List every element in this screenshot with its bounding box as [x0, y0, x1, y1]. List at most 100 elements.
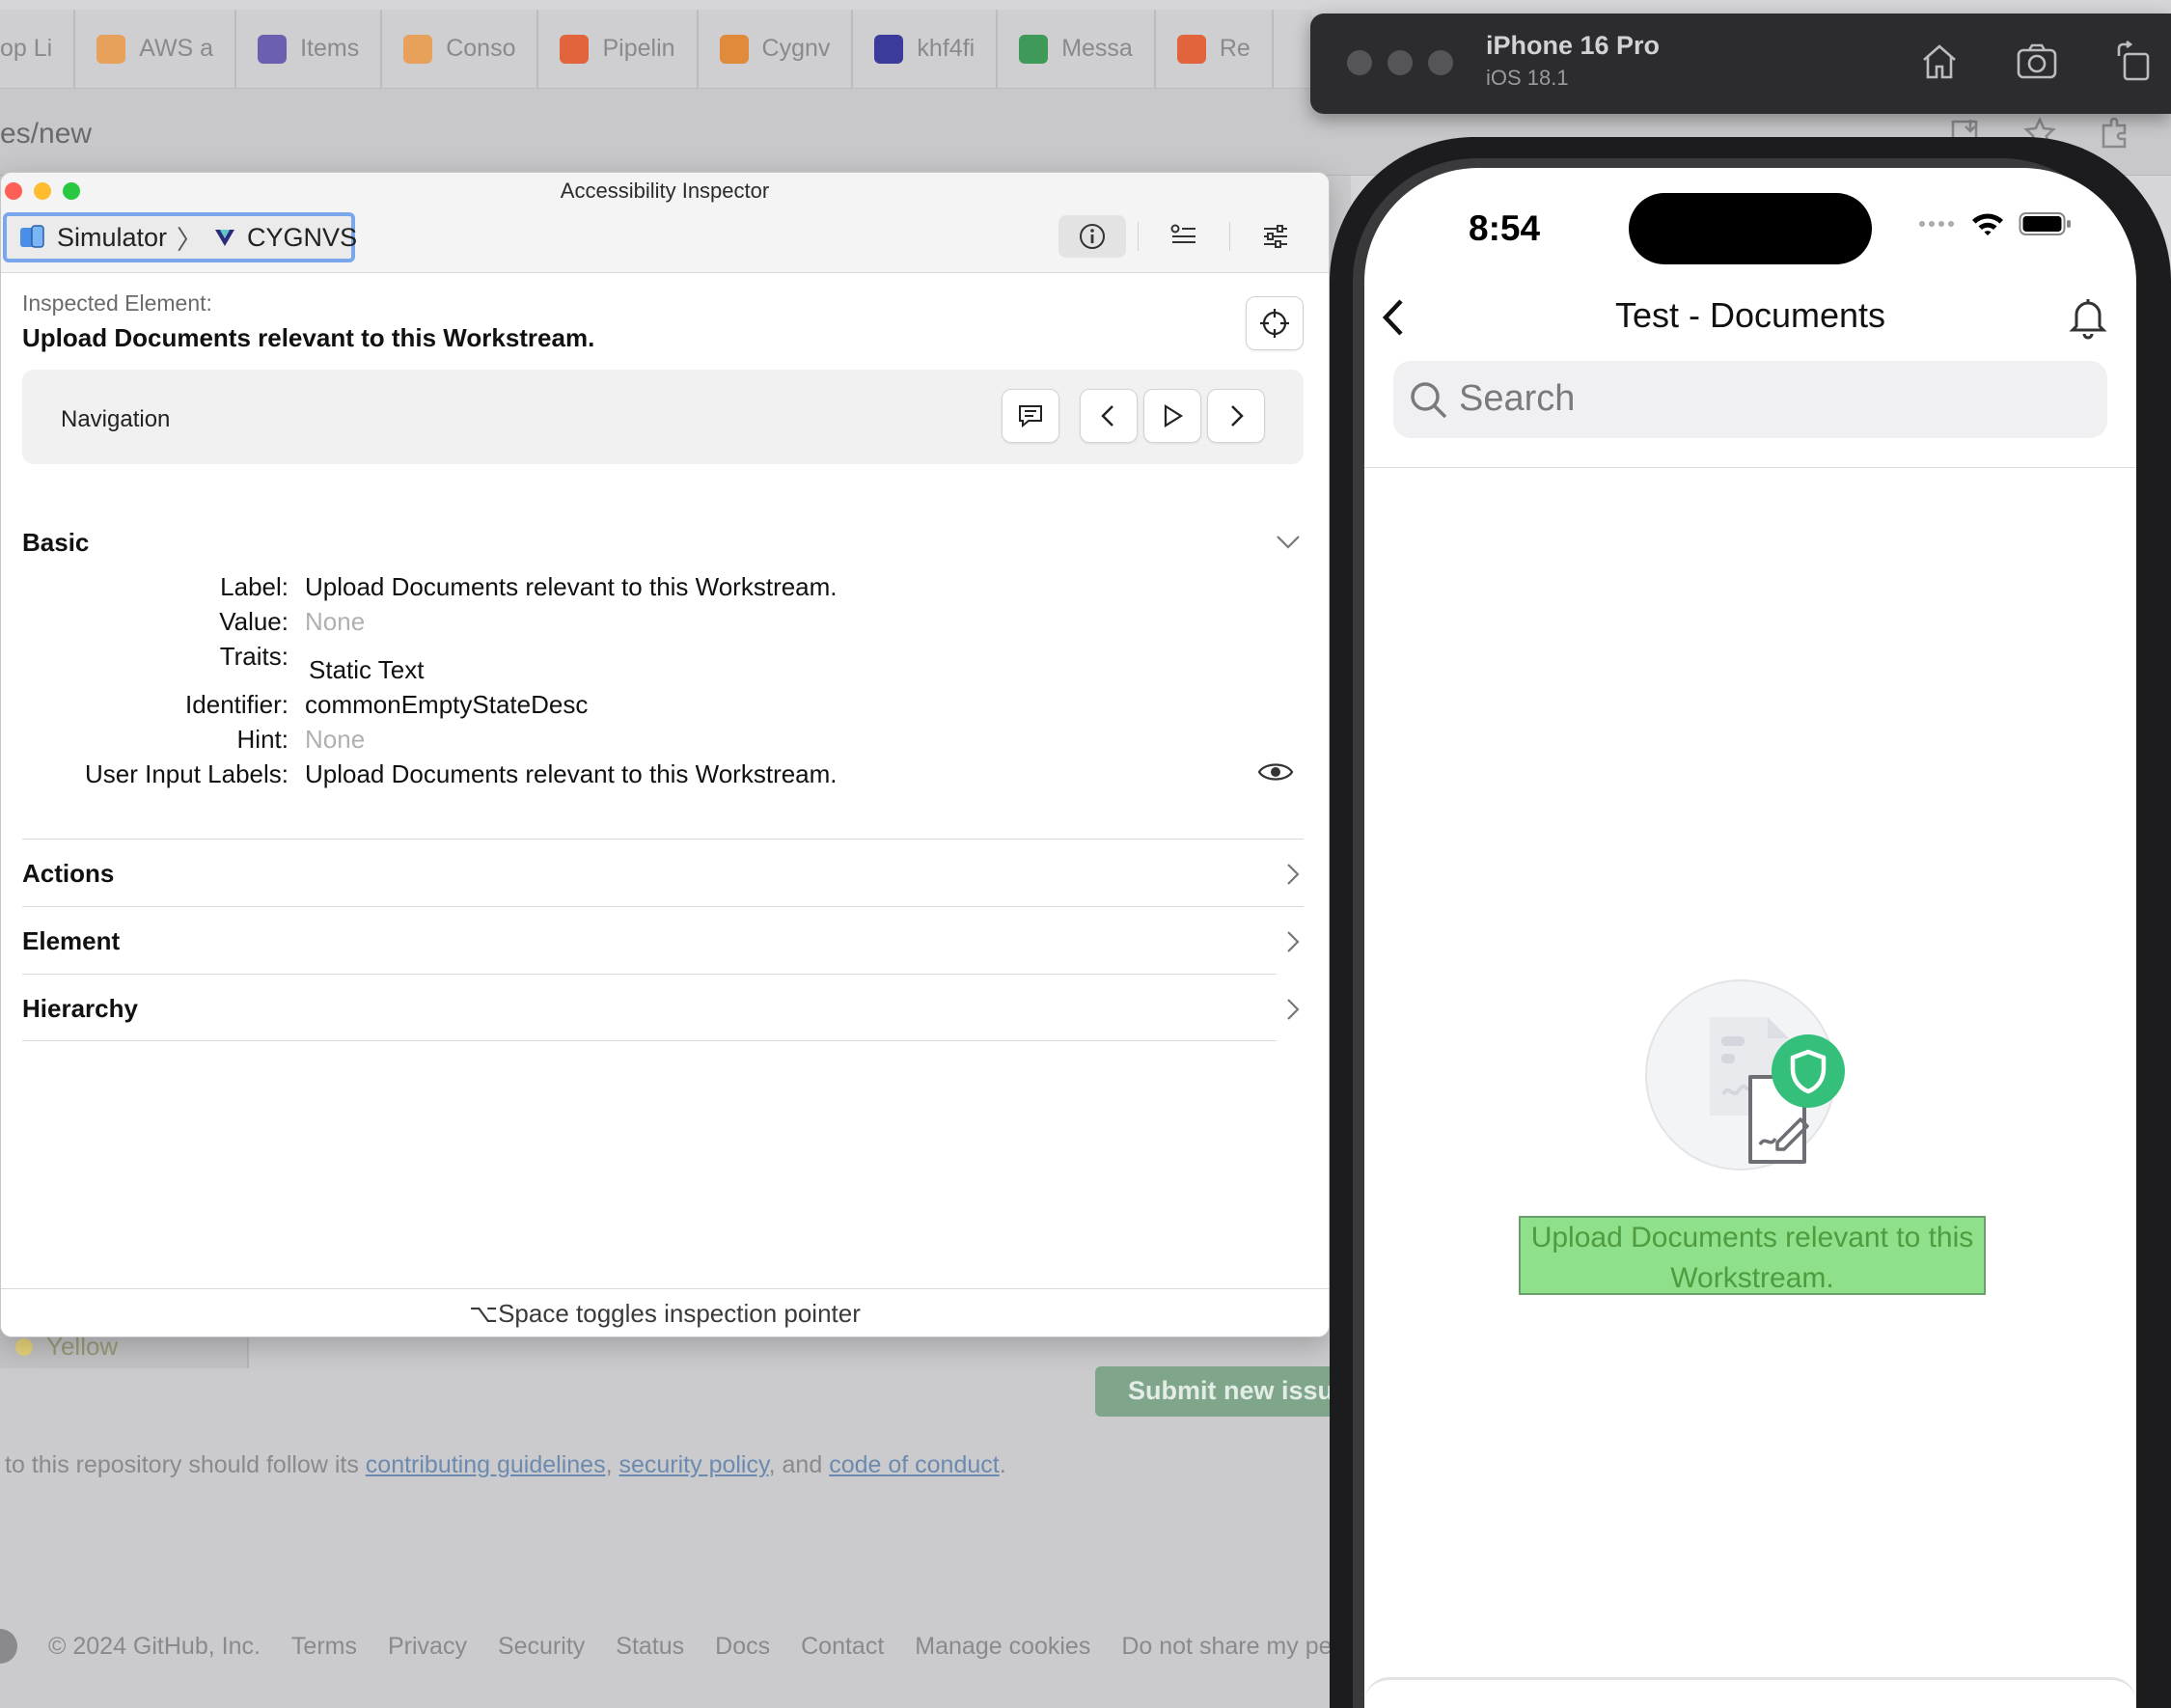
- eye-icon[interactable]: [1257, 759, 1294, 785]
- browser-tab-label: Messa: [1061, 35, 1133, 62]
- tab-favicon-icon: [719, 34, 749, 64]
- bell-icon[interactable]: [2069, 295, 2107, 340]
- settings-sliders-icon[interactable]: [1242, 215, 1309, 258]
- inspector-footer-hint: ⌥Space toggles inspection pointer: [1, 1288, 1329, 1336]
- status-time: 8:54: [1469, 208, 1541, 248]
- submit-new-issue-button[interactable]: Submit new issue: [1095, 1366, 1346, 1417]
- navigation-panel: Navigation: [22, 370, 1304, 464]
- target-picker[interactable]: Simulator 〉 CYGNVS: [3, 212, 358, 262]
- attribute-row-label: Label: Upload Documents relevant to this…: [1, 572, 1329, 607]
- browser-tab[interactable]: Messa: [998, 10, 1156, 88]
- toolbar-divider: [1229, 222, 1230, 251]
- dynamic-island: [1629, 193, 1872, 264]
- note-separator: , and: [768, 1451, 823, 1478]
- bottom-sheet[interactable]: [1364, 1677, 2136, 1708]
- simulator-toolbar: [1918, 41, 2156, 83]
- inspection-tab-button[interactable]: [1058, 215, 1126, 258]
- browser-tab-label: Cygnv: [761, 35, 831, 62]
- browser-tab[interactable]: Conso: [382, 10, 539, 88]
- attribute-row-traits: Traits: Static Text: [1, 642, 1329, 684]
- screen-divider: [1364, 467, 2136, 468]
- status-icons: [1918, 210, 2073, 237]
- footer-link[interactable]: Status: [616, 1633, 684, 1661]
- zoom-window-button[interactable]: [1428, 50, 1453, 75]
- tab-favicon-icon: [874, 34, 904, 64]
- browser-tab[interactable]: op Li: [0, 10, 76, 88]
- footer-link[interactable]: Security: [498, 1633, 585, 1661]
- note-separator: ,: [605, 1451, 613, 1478]
- minimize-window-button[interactable]: [1388, 50, 1413, 75]
- attribute-row-value: Value: None: [1, 607, 1329, 642]
- tab-favicon-icon: [560, 34, 590, 64]
- screenshot-camera-icon[interactable]: [2015, 41, 2059, 83]
- battery-icon: [2019, 210, 2073, 237]
- footer-link[interactable]: Terms: [291, 1633, 357, 1661]
- inspected-element-name: Upload Documents relevant to this Workst…: [22, 323, 595, 352]
- target-app-label: Simulator: [57, 222, 168, 252]
- screen-title: Test - Documents: [1614, 295, 1886, 335]
- footer-link[interactable]: Docs: [715, 1633, 770, 1661]
- crosshair-icon: [1258, 307, 1291, 340]
- browser-tab-label: AWS a: [139, 35, 214, 62]
- toolbar-divider: [1138, 222, 1139, 251]
- code-of-conduct-link[interactable]: code of conduct: [829, 1451, 1000, 1478]
- attribute-value[interactable]: Upload Documents relevant to this Workst…: [305, 572, 838, 602]
- browser-tab-label: Re: [1219, 35, 1250, 62]
- attribute-row-user-input-labels: User Input Labels: Upload Documents rele…: [1, 759, 1329, 794]
- inspector-titlebar: Accessibility Inspector Simulator 〉 CYGN…: [1, 173, 1329, 273]
- attribute-value[interactable]: Static Text: [309, 655, 424, 685]
- browser-tab[interactable]: Cygnv: [699, 10, 854, 88]
- footer-link[interactable]: Do not share my pe: [1121, 1633, 1332, 1661]
- attribute-key: Identifier:: [185, 690, 289, 719]
- browser-tab[interactable]: Items: [236, 10, 383, 88]
- section-hierarchy[interactable]: Hierarchy: [22, 974, 1300, 1041]
- cellular-signal-icon: [1918, 218, 1957, 230]
- attribute-value: None: [305, 725, 366, 754]
- inspection-pointer-button[interactable]: [1246, 296, 1304, 350]
- github-logo-icon: [0, 1629, 17, 1664]
- extensions-icon[interactable]: [2096, 116, 2130, 151]
- security-policy-link[interactable]: security policy: [618, 1451, 768, 1478]
- close-window-button[interactable]: [1347, 50, 1372, 75]
- rotate-device-icon[interactable]: [2113, 41, 2156, 83]
- tab-favicon-icon: [1019, 34, 1049, 64]
- previous-element-button[interactable]: [1080, 389, 1138, 443]
- inspected-element-caption: Inspected Element:: [22, 290, 212, 316]
- attribute-value: None: [305, 607, 366, 636]
- browser-tab[interactable]: AWS a: [75, 10, 237, 88]
- chevron-down-icon[interactable]: [1275, 532, 1302, 551]
- section-label: Hierarchy: [22, 994, 138, 1023]
- footer-copyright: © 2024 GitHub, Inc.: [48, 1632, 261, 1660]
- url-text[interactable]: es/new: [0, 118, 92, 151]
- chevron-right-icon: [1284, 861, 1302, 888]
- simulator-app-icon: [18, 224, 47, 251]
- play-button[interactable]: [1143, 389, 1201, 443]
- basic-section-heading[interactable]: Basic: [22, 528, 89, 558]
- github-footer: © 2024 GitHub, Inc. Terms Privacy Securi…: [0, 1629, 1333, 1664]
- simulator-titlebar: iPhone 16 Pro iOS 18.1: [1310, 14, 2171, 114]
- footer-link[interactable]: Manage cookies: [915, 1633, 1090, 1661]
- search-field[interactable]: Search: [1393, 361, 2107, 438]
- footer-link[interactable]: Privacy: [388, 1633, 467, 1661]
- iphone-screen: 8:54 Test - Documents Search Upload Docu…: [1364, 168, 2136, 1708]
- empty-state-illustration: [1644, 969, 1876, 1181]
- chevron-right-icon: [1284, 928, 1302, 955]
- empty-state-description: Upload Documents relevant to this Workst…: [1519, 1216, 1986, 1295]
- browser-tab-strip: op Li AWS a Items Conso Pipelin Cygnv khf4fi Me…: [0, 10, 1312, 89]
- audit-list-icon[interactable]: [1150, 215, 1218, 258]
- attribute-value[interactable]: Upload Documents relevant to this Workst…: [305, 759, 838, 789]
- section-element[interactable]: Element: [22, 906, 1304, 974]
- contributing-guidelines-link[interactable]: contributing guidelines: [366, 1451, 606, 1478]
- home-icon[interactable]: [1918, 41, 1961, 83]
- search-placeholder: Search: [1459, 378, 1576, 419]
- attribute-value[interactable]: commonEmptyStateDesc: [305, 690, 588, 720]
- next-element-button[interactable]: [1207, 389, 1265, 443]
- note-end: .: [999, 1451, 1006, 1478]
- browser-tab[interactable]: Pipelin: [538, 10, 699, 88]
- browser-tab[interactable]: Re: [1156, 10, 1274, 88]
- section-actions[interactable]: Actions: [22, 839, 1304, 906]
- speak-button[interactable]: [1002, 389, 1059, 443]
- footer-link[interactable]: Contact: [801, 1633, 884, 1661]
- target-process-label: CYGNVS: [247, 222, 358, 252]
- browser-tab[interactable]: khf4fi: [853, 10, 999, 88]
